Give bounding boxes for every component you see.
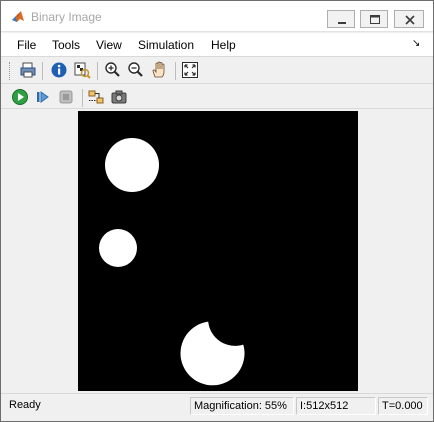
close-icon	[405, 15, 415, 25]
blob-small-middle	[99, 229, 137, 267]
run-button[interactable]	[10, 87, 30, 107]
toolbar-separator	[175, 62, 176, 80]
binary-image-display[interactable]	[78, 111, 358, 391]
menu-bar: File Tools View Simulation Help ↘	[1, 33, 433, 57]
info-button[interactable]	[49, 60, 69, 80]
close-button[interactable]	[394, 10, 424, 28]
main-toolbar	[1, 58, 433, 84]
status-ready: Ready	[9, 399, 41, 411]
maximize-button[interactable]	[360, 10, 388, 28]
step-forward-button[interactable]	[33, 87, 53, 107]
status-time: T=0.000	[378, 397, 428, 415]
zoom-in-button[interactable]	[103, 60, 123, 80]
fit-to-view-button[interactable]	[180, 60, 200, 80]
menu-file[interactable]: File	[17, 38, 36, 52]
matlab-logo-icon	[11, 10, 25, 24]
status-image-size: I:512x512	[296, 397, 376, 415]
minimize-icon	[338, 22, 346, 24]
menu-help[interactable]: Help	[211, 38, 236, 52]
highlight-signals-button[interactable]	[86, 87, 106, 107]
zoom-in-icon	[105, 62, 120, 77]
info-icon	[51, 62, 67, 78]
status-bar: Ready Magnification: 55% I:512x512 T=0.0…	[1, 393, 433, 421]
stop-icon	[59, 90, 73, 104]
fit-to-view-icon	[182, 62, 198, 78]
minimize-button[interactable]	[327, 10, 355, 28]
print-button[interactable]	[18, 60, 38, 80]
pixel-region-icon	[74, 62, 91, 79]
blob-large-top	[105, 138, 159, 192]
toolbar-separator	[42, 62, 43, 80]
menu-simulation[interactable]: Simulation	[138, 38, 194, 52]
toolbar-separator	[82, 89, 83, 107]
toolbar-separator	[97, 62, 98, 80]
run-icon	[12, 89, 28, 105]
stop-button[interactable]	[56, 87, 76, 107]
zoom-out-button[interactable]	[126, 60, 146, 80]
image-canvas-area[interactable]	[1, 110, 433, 392]
toolbar-grip[interactable]	[9, 62, 11, 80]
menu-tools[interactable]: Tools	[52, 38, 80, 52]
pixel-region-button[interactable]	[72, 60, 92, 80]
simulation-toolbar	[1, 85, 433, 109]
status-magnification: Magnification: 55%	[190, 397, 294, 415]
title-bar[interactable]: Binary Image	[1, 1, 433, 32]
menu-dock-arrow-icon[interactable]: ↘	[412, 38, 420, 49]
step-forward-icon	[37, 91, 49, 103]
binary-image-window: Binary Image File Tools View Simulation …	[0, 0, 434, 422]
maximize-icon	[370, 15, 380, 24]
pan-button[interactable]	[149, 60, 169, 80]
snapshot-button[interactable]	[109, 87, 129, 107]
window-title: Binary Image	[31, 10, 102, 24]
pan-hand-icon	[152, 61, 165, 78]
print-icon	[20, 62, 36, 78]
menu-view[interactable]: View	[96, 38, 122, 52]
camera-icon	[111, 90, 127, 104]
zoom-out-icon	[128, 62, 143, 77]
highlight-signals-icon	[88, 90, 104, 104]
